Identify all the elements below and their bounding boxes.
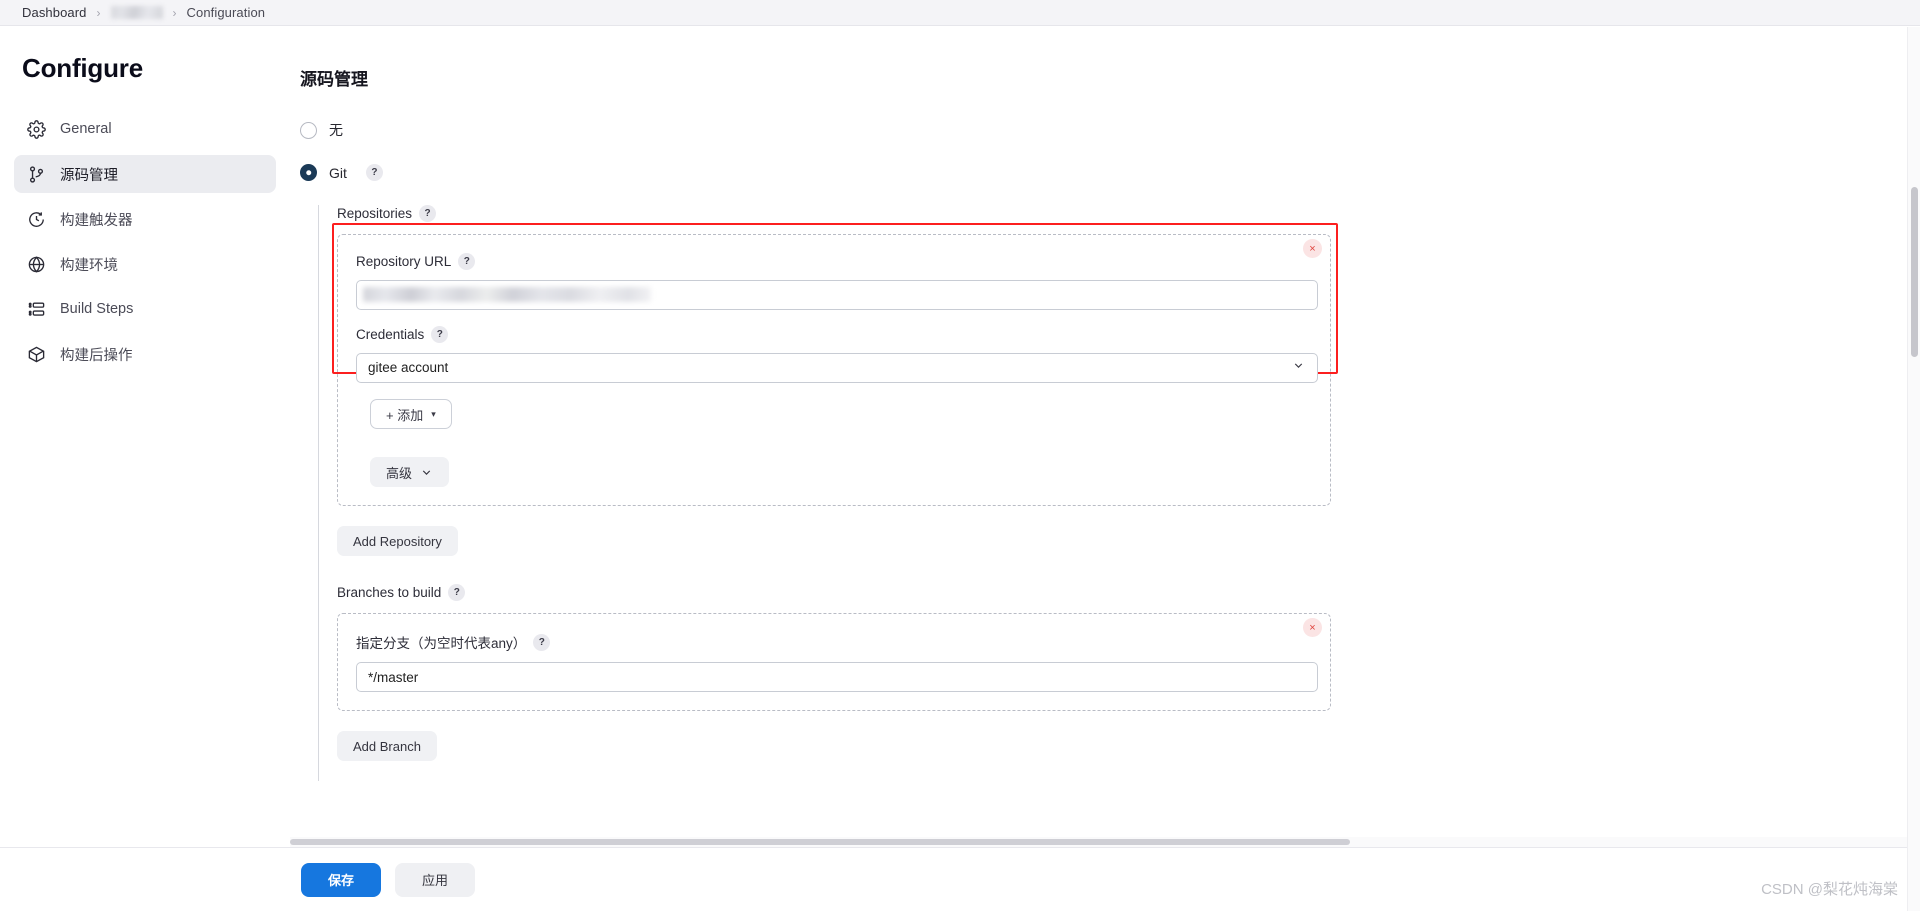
help-icon-branches[interactable]: ? (448, 584, 465, 601)
branch-spec-label: 指定分支（为空时代表any） (356, 632, 526, 652)
advanced-button[interactable]: 高级 (370, 457, 449, 487)
credentials-label-row: Credentials ? (356, 326, 448, 343)
form-action-bar: 保存 应用 (0, 847, 1920, 911)
help-icon-repository-url[interactable]: ? (458, 253, 475, 270)
sidebar-item-post-build-actions[interactable]: 构建后操作 (14, 335, 276, 373)
add-repository-wrap: Add Repository (337, 526, 1920, 556)
horizontal-scrollbar[interactable] (290, 837, 1907, 847)
scm-option-none[interactable]: 无 (300, 120, 1920, 140)
sidebar-item-label: 构建后操作 (60, 344, 133, 365)
breadcrumb-separator: › (169, 6, 181, 20)
add-branch-button[interactable]: Add Branch (337, 731, 437, 761)
breadcrumb-item-dashboard[interactable]: Dashboard (16, 5, 93, 20)
sidebar-item-build-triggers[interactable]: 构建触发器 (14, 200, 276, 238)
sidebar: Configure General (0, 27, 290, 911)
apply-button[interactable]: 应用 (395, 863, 475, 897)
main-content: 源码管理 无 Git ? Repositories ? (290, 27, 1920, 911)
vertical-scrollbar-thumb[interactable] (1911, 187, 1918, 357)
radio-git-label: Git (329, 165, 347, 181)
page-title: Configure (0, 53, 290, 84)
breadcrumb-item-redacted[interactable] (111, 6, 163, 19)
repositories-label-row: Repositories ? (337, 205, 436, 222)
add-repository-button[interactable]: Add Repository (337, 526, 458, 556)
help-icon-credentials[interactable]: ? (431, 326, 448, 343)
credentials-label: Credentials (356, 327, 424, 342)
repository-url-field: Repository URL ? (356, 253, 1312, 310)
sidebar-item-general[interactable]: General (14, 110, 276, 148)
git-settings-block: Repositories ? × Repository URL ? (318, 205, 1920, 781)
branch-entry: × 指定分支（为空时代表any） ? (337, 613, 1331, 711)
horizontal-scrollbar-thumb[interactable] (290, 839, 1350, 845)
sidebar-item-label: 源码管理 (60, 164, 118, 185)
package-icon (26, 344, 46, 364)
advanced-wrap: 高级 (370, 457, 1312, 487)
sidebar-item-scm[interactable]: 源码管理 (14, 155, 276, 193)
caret-down-icon: ▾ (431, 409, 436, 420)
breadcrumb-item-configuration[interactable]: Configuration (181, 5, 272, 20)
add-credentials-wrap: + 添加 ▾ (370, 399, 1312, 429)
repository-url-input[interactable] (356, 280, 1318, 310)
credentials-select[interactable]: gitee account (356, 353, 1318, 383)
branch-spec-input[interactable] (356, 662, 1318, 692)
radio-none[interactable] (300, 122, 317, 139)
vertical-scrollbar[interactable] (1907, 27, 1920, 911)
globe-icon (26, 254, 46, 274)
radio-git[interactable] (300, 164, 317, 181)
add-credentials-label: + 添加 (386, 405, 423, 424)
breadcrumb: Dashboard › › Configuration (0, 0, 1920, 26)
sidebar-item-build-environment[interactable]: 构建环境 (14, 245, 276, 283)
repositories-label: Repositories (337, 206, 412, 221)
branches-label-row: Branches to build ? (337, 584, 465, 601)
help-icon-branch-spec[interactable]: ? (533, 634, 550, 651)
credentials-field: Credentials ? gitee account (356, 326, 1312, 383)
branch-spec-label-row: 指定分支（为空时代表any） ? (356, 632, 550, 652)
sidebar-item-label: Build Steps (60, 301, 133, 317)
radio-none-label: 无 (329, 120, 343, 140)
branches-label: Branches to build (337, 585, 441, 600)
git-branch-icon (26, 164, 46, 184)
app-root: Dashboard › › Configuration Configure Ge… (0, 0, 1920, 911)
sidebar-item-build-steps[interactable]: Build Steps (14, 290, 276, 328)
save-button[interactable]: 保存 (301, 863, 381, 897)
sidebar-item-label: General (60, 121, 112, 137)
add-credentials-button[interactable]: + 添加 ▾ (370, 399, 452, 429)
help-icon-git[interactable]: ? (366, 164, 383, 181)
sidebar-nav: General 源码管理 (0, 110, 290, 373)
repository-entry: × Repository URL ? (337, 234, 1331, 506)
clock-icon (26, 209, 46, 229)
advanced-label: 高级 (386, 463, 412, 482)
gear-icon (26, 119, 46, 139)
repository-url-label: Repository URL (356, 254, 451, 269)
scm-option-git[interactable]: Git ? (300, 164, 1920, 181)
repository-url-label-row: Repository URL ? (356, 253, 475, 270)
breadcrumb-separator: › (93, 6, 105, 20)
add-branch-wrap: Add Branch (337, 731, 1920, 761)
sidebar-item-label: 构建环境 (60, 254, 118, 275)
sidebar-item-label: 构建触发器 (60, 209, 133, 230)
chevron-down-icon (420, 466, 433, 479)
help-icon-repositories[interactable]: ? (419, 205, 436, 222)
branch-spec-field: 指定分支（为空时代表any） ? (356, 632, 1312, 692)
section-title: 源码管理 (300, 65, 1920, 90)
watermark: CSDN @梨花炖海棠 (1761, 878, 1898, 899)
list-icon (26, 299, 46, 319)
credentials-select-wrap: gitee account (356, 353, 1318, 383)
